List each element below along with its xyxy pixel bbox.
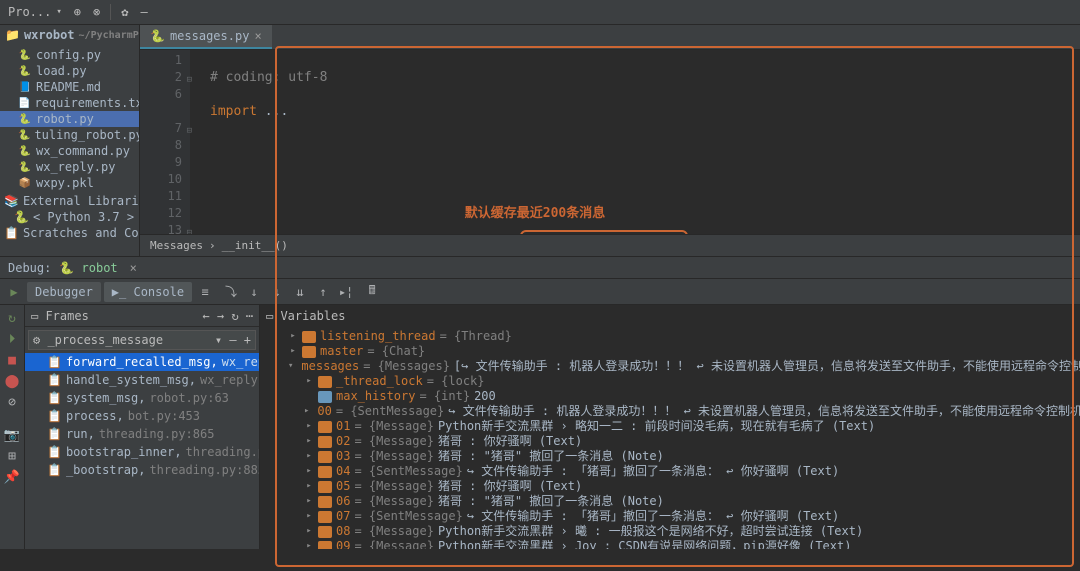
var-row[interactable]: ▾messages = {Messages} [↪ 文件传输助手 : 机器人登录… (260, 359, 1080, 374)
frame-item[interactable]: 📋forward_recalled_msg, wx_reply.py:48 (25, 353, 259, 371)
frame-item[interactable]: 📋bootstrap_inner, threading.py:917 (25, 443, 259, 461)
file-config.py[interactable]: 🐍config.py (0, 47, 139, 63)
var-row[interactable]: ▸master = {Chat} (260, 344, 1080, 359)
hide-icon[interactable]: — (136, 3, 151, 21)
python-sdk[interactable]: 🐍< Python 3.7 > /usr/loc (0, 209, 139, 225)
frame-item[interactable]: 📋system_msg, robot.py:63 (25, 389, 259, 407)
highlight-box (520, 230, 688, 234)
variables-pane: ▭ Variables ▸listening_thread = {Thread}… (260, 305, 1080, 549)
frame-item[interactable]: 📋process, bot.py:453 (25, 407, 259, 425)
debug-toolbar: ▶ Debugger ▶_ Console ≡ ⤵ ↓ ⇣ ⇊ ↑ ▸¦ 🖩 (0, 279, 1080, 305)
debugger-tab[interactable]: Debugger (27, 282, 101, 302)
file-wx_command.py[interactable]: 🐍wx_command.py (0, 143, 139, 159)
editor-tab-messages[interactable]: 🐍messages.py× (140, 25, 272, 49)
var-row[interactable]: ▸01 = {Message} Python新手交流黑群 › 略知一二 : 前段… (260, 419, 1080, 434)
frame-item[interactable]: 📋run, threading.py:865 (25, 425, 259, 443)
run-config[interactable]: 🐍 robot (59, 261, 117, 275)
settings-debug-icon[interactable]: 📷 (4, 428, 20, 443)
mute-breakpoints-icon[interactable]: ⊘ (8, 395, 16, 410)
evaluate-icon[interactable]: 🖩 (362, 281, 382, 302)
var-row[interactable]: ▸05 = {Message} 猪哥 : 你好骚啊 (Text) (260, 479, 1080, 494)
frame-item[interactable]: 📋_bootstrap, threading.py:885 (25, 461, 259, 479)
thread-selector[interactable]: ⚙ _process_message▾ — + (28, 330, 256, 350)
collapse-icon[interactable]: ⊕ (70, 3, 85, 21)
var-row[interactable]: ▸listening_thread = {Thread} (260, 329, 1080, 344)
step-into-my-icon[interactable]: ⇣ (267, 285, 287, 299)
var-row[interactable]: max_history = {int} 200 (260, 389, 1080, 404)
view-breakpoints-icon[interactable]: ⬤ (5, 374, 20, 389)
scratches[interactable]: 📋Scratches and Consoles (0, 225, 139, 241)
var-row[interactable]: ▸00 = {SentMessage} ↪ 文件传输助手 : 机器人登录成功！！… (260, 404, 1080, 419)
close-tab-icon[interactable]: × (130, 261, 137, 275)
main-toolbar: Pro... ⊕ ⊗ ✿ — (0, 0, 1080, 25)
var-row[interactable]: ▸08 = {Message} Python新手交流黑群 › 曦 : 一般报这个… (260, 524, 1080, 539)
breadcrumbs[interactable]: Messages›__init__() (140, 234, 1080, 256)
file-wxpy.pkl[interactable]: 📦wxpy.pkl (0, 175, 139, 191)
console-tab[interactable]: ▶_ Console (104, 282, 192, 302)
project-tool-window: 📁wxrobot ~/PycharmProject 🐍config.py🐍loa… (0, 25, 140, 256)
force-step-icon[interactable]: ⇊ (290, 285, 310, 299)
rerun-icon[interactable]: ↻ (8, 311, 16, 326)
editor: 🐍messages.py× 12⊟67⊟8910111213⊟141516 # … (140, 25, 1080, 256)
step-into-icon[interactable]: ↓ (244, 285, 264, 299)
debug-tool-window-header: Debug: 🐍 robot × (0, 256, 1080, 279)
external-libraries[interactable]: 📚External Libraries (0, 193, 139, 209)
frames-pane: ▭ Frames← → ↻ ⋯ ⚙ _process_message▾ — + … (25, 305, 260, 549)
file-requirements.txt[interactable]: 📄requirements.txt (0, 95, 139, 111)
debug-side-toolbar: ↻ ⏵ ■ ⬤ ⊘ 📷 ⊞ 📌 (0, 305, 25, 549)
step-over-icon[interactable]: ⤵ (221, 283, 241, 300)
editor-tabs: 🐍messages.py× (140, 25, 1080, 50)
settings-icon[interactable]: ✿ (117, 3, 132, 21)
var-row[interactable]: ▸02 = {Message} 猪哥 : 你好骚啊 (Text) (260, 434, 1080, 449)
var-row[interactable]: ▸04 = {SentMessage} ↪ 文件传输助手 : 「猪哥」撤回了一条… (260, 464, 1080, 479)
var-row[interactable]: ▸07 = {SentMessage} ↪ 文件传输助手 : 「猪哥」撤回了一条… (260, 509, 1080, 524)
layout-icon[interactable]: ⊞ (8, 449, 16, 464)
project-dropdown[interactable]: Pro... (4, 3, 66, 21)
step-out-icon[interactable]: ↑ (313, 285, 333, 299)
frames-nav[interactable]: ← → ↻ ⋯ (202, 309, 253, 323)
file-wx_reply.py[interactable]: 🐍wx_reply.py (0, 159, 139, 175)
gutter: 12⊟67⊟8910111213⊟141516 (140, 50, 190, 234)
locate-icon[interactable]: ⊗ (89, 3, 104, 21)
run-to-cursor-icon[interactable]: ▸¦ (336, 285, 356, 299)
frame-item[interactable]: 📋handle_system_msg, wx_reply.py:40 (25, 371, 259, 389)
var-row[interactable]: ▸06 = {Message} 猪哥 : "猪哥" 撤回了一条消息 (Note) (260, 494, 1080, 509)
file-tuling_robot.py[interactable]: 🐍tuling_robot.py (0, 127, 139, 143)
threads-icon[interactable]: ≡ (195, 285, 215, 299)
file-load.py[interactable]: 🐍load.py (0, 63, 139, 79)
pin-icon[interactable]: 📌 (4, 470, 20, 485)
annotation-text: 默认缓存最近200条消息 (210, 205, 1080, 222)
resume-icon[interactable]: ▶ (4, 285, 24, 299)
stop-icon[interactable]: ■ (8, 353, 16, 368)
file-robot.py[interactable]: 🐍robot.py (0, 111, 139, 127)
close-icon[interactable]: × (254, 29, 261, 43)
file-README.md[interactable]: 📘README.md (0, 79, 139, 95)
project-root[interactable]: 📁wxrobot ~/PycharmProject (0, 25, 139, 45)
var-row[interactable]: ▸03 = {Message} 猪哥 : "猪哥" 撤回了一条消息 (Note) (260, 449, 1080, 464)
code-area[interactable]: # coding: utf-8 import ... 默认缓存最近200条消息 … (190, 50, 1080, 234)
var-row[interactable]: ▸_thread_lock = {lock} (260, 374, 1080, 389)
var-row[interactable]: ▸09 = {Message} Python新手交流黑群 › Joy : CSD… (260, 539, 1080, 549)
resume-program-icon[interactable]: ⏵ (9, 332, 16, 347)
